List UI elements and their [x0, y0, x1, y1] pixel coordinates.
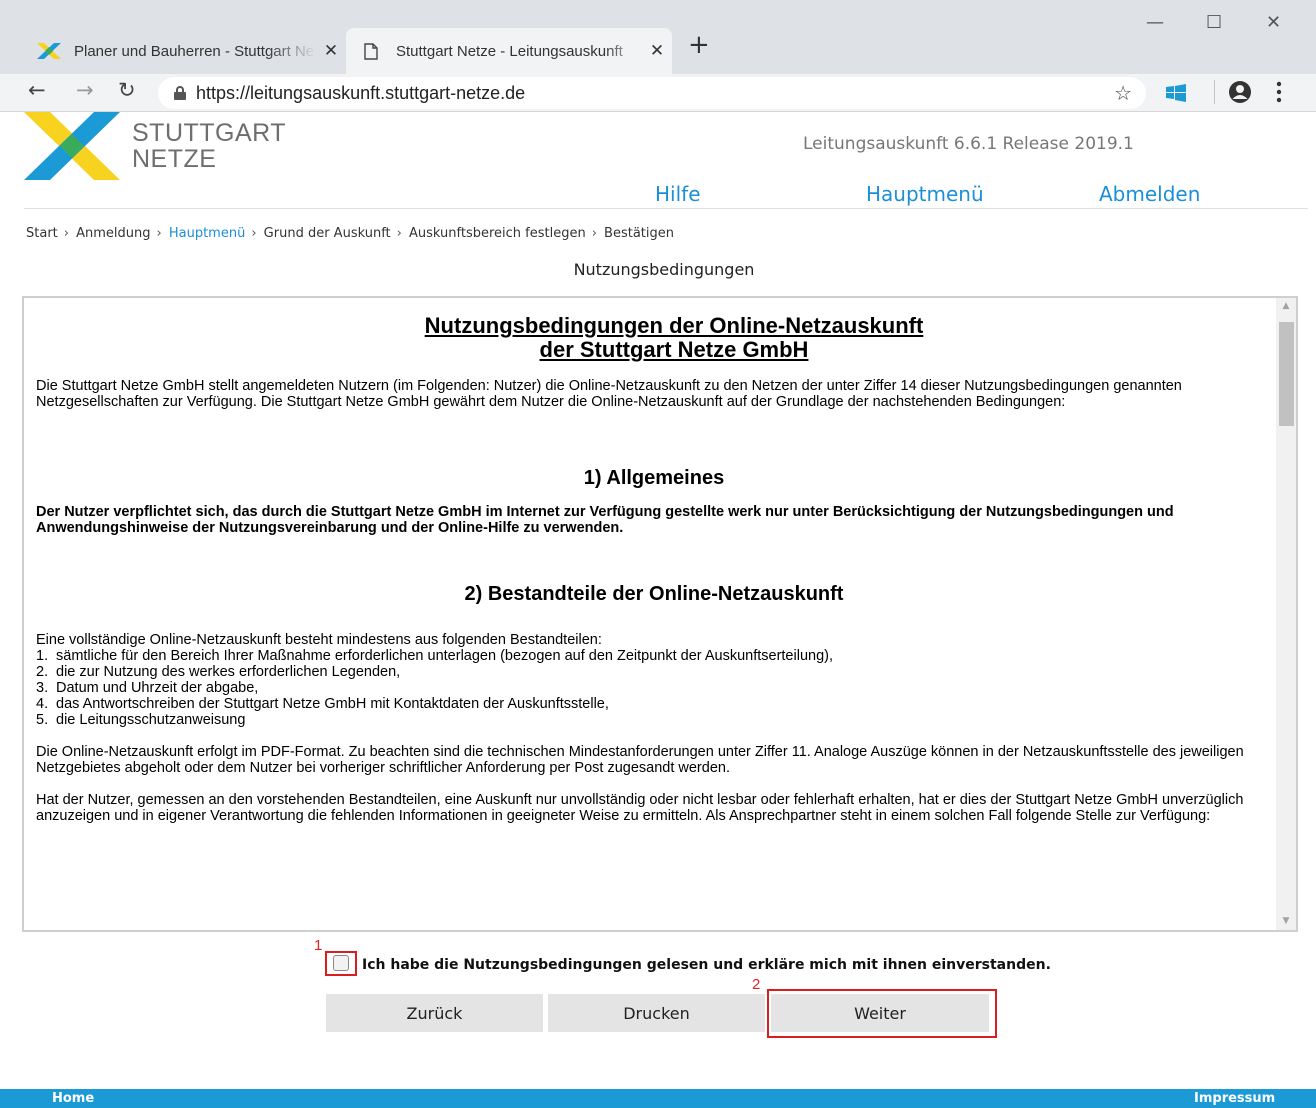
- logout-link[interactable]: Abmelden: [1099, 182, 1200, 206]
- browser-toolbar: ← → ↻ https://leitungsauskunft.stuttgart…: [0, 74, 1316, 112]
- kebab-menu-icon[interactable]: [1276, 81, 1282, 107]
- scroll-up-icon[interactable]: ▲: [1276, 298, 1296, 315]
- agree-label[interactable]: Ich habe die Nutzungsbedingungen gelesen…: [362, 957, 1051, 973]
- scroll-thumb[interactable]: [1279, 322, 1294, 426]
- back-button[interactable]: Zurück: [326, 994, 543, 1032]
- back-arrow-icon[interactable]: ←: [28, 78, 46, 102]
- logo-line-2: NETZE: [132, 145, 217, 173]
- address-bar[interactable]: https://leitungsauskunft.stuttgart-netze…: [158, 77, 1146, 109]
- chevron-right-icon: ›: [591, 226, 597, 241]
- logo-line-1: STUTTGART: [132, 119, 287, 147]
- close-icon[interactable]: ✕: [316, 41, 346, 61]
- section-1-heading: 1) Allgemeines: [583, 467, 725, 489]
- intro-paragraph: Die Stuttgart Netze GmbH stellt angemeld…: [36, 378, 1182, 410]
- footer-imprint-link[interactable]: Impressum: [1194, 1091, 1275, 1106]
- minimize-icon[interactable]: —: [1146, 12, 1164, 33]
- section-2-paragraph-3: Hat der Nutzer, gemessen an den vorstehe…: [36, 792, 1244, 824]
- tab-title: Stuttgart Netze - Leitungsauskunft: [396, 42, 623, 60]
- agree-checkbox[interactable]: [333, 955, 349, 971]
- breadcrumb-auskunftsbereich: Auskunftsbereich festlegen: [408, 226, 586, 241]
- terms-scrollbar[interactable]: ▲ ▼: [1276, 298, 1296, 930]
- breadcrumb: Start › Anmeldung › Hauptmenü › Grund der A…: [26, 226, 674, 241]
- url-text: https://leitungsauskunft.stuttgart-netze…: [196, 82, 526, 103]
- header-divider: [24, 208, 1308, 209]
- stuttgart-netze-favicon-icon: [34, 42, 64, 60]
- breadcrumb-bestaetigen: Bestätigen: [604, 226, 674, 241]
- tab-title: Planer und Bauherren - Stuttgart Netze: [74, 42, 316, 60]
- scroll-down-icon[interactable]: ▼: [1276, 913, 1296, 930]
- toolbar-divider: [1214, 80, 1215, 104]
- terms-document: Nutzungsbedingungen der Online-Netzausku…: [36, 314, 1272, 825]
- star-icon[interactable]: ☆: [1114, 81, 1132, 105]
- section-2-heading: 2) Bestandteile der Online-Netzauskunft: [464, 583, 844, 605]
- reload-icon[interactable]: ↻: [118, 78, 136, 102]
- chevron-right-icon: ›: [63, 226, 69, 241]
- release-version: Leitungsauskunft 6.6.1 Release 2019.1: [803, 134, 1134, 154]
- page-title: Nutzungsbedingungen: [573, 260, 755, 279]
- windows-icon[interactable]: [1166, 84, 1186, 106]
- chevron-right-icon: ›: [156, 226, 162, 241]
- document-title-line-1: Nutzungsbedingungen der Online-Netzausku…: [424, 313, 924, 338]
- callout-number-1: 1: [314, 937, 323, 954]
- main-menu-link[interactable]: Hauptmenü: [866, 182, 984, 206]
- list-item: 1. sämtliche für den Bereich Ihrer Maßnah…: [36, 648, 833, 664]
- callout-highlight-next: [767, 989, 997, 1038]
- browser-tabstrip: Planer und Bauherren - Stuttgart Netze ✕…: [0, 0, 1316, 74]
- account-icon[interactable]: [1228, 80, 1252, 108]
- tab-leitungsauskunft[interactable]: Stuttgart Netze - Leitungsauskunft ✕: [346, 28, 672, 74]
- chevron-right-icon: ›: [251, 226, 257, 241]
- help-link[interactable]: Hilfe: [655, 182, 701, 206]
- page-footer: Home Impressum: [0, 1089, 1316, 1108]
- close-window-icon[interactable]: ✕: [1266, 12, 1281, 33]
- logo-wordmark: STUTTGART NETZE: [132, 120, 286, 172]
- lock-icon: [174, 86, 186, 100]
- section-2-paragraph-2: Die Online-Netzauskunft erfolgt im PDF-F…: [36, 744, 1244, 776]
- stuttgart-netze-logo-icon[interactable]: [24, 112, 120, 180]
- list-item: 5. die Leitungsschutzanweisung: [36, 712, 246, 728]
- list-item: 2. die zur Nutzung des werkes erforderlic…: [36, 664, 401, 680]
- list-item: 3. Datum und Uhrzeit der abgabe,: [36, 680, 259, 696]
- document-title-line-2: der Stuttgart Netze GmbH: [539, 337, 809, 362]
- close-icon[interactable]: ✕: [642, 41, 672, 61]
- print-button[interactable]: Drucken: [548, 994, 765, 1032]
- list-item: 4. das Antwortschreiben der Stuttgart Net…: [36, 696, 609, 712]
- breadcrumb-hauptmenue[interactable]: Hauptmenü: [169, 226, 245, 241]
- terms-document-frame[interactable]: Nutzungsbedingungen der Online-Netzausku…: [22, 296, 1298, 932]
- tab-planer-bauherren[interactable]: Planer und Bauherren - Stuttgart Netze ✕: [24, 28, 346, 74]
- maximize-icon[interactable]: ☐: [1206, 12, 1222, 33]
- footer-home-link[interactable]: Home: [52, 1091, 94, 1106]
- chevron-right-icon: ›: [396, 226, 402, 241]
- section-2-list: 1. sämtliche für den Bereich Ihrer Maßnah…: [36, 648, 1272, 728]
- callout-number-2: 2: [752, 976, 761, 993]
- section-1-text: Der Nutzer verpflichtet sich, das durch …: [36, 504, 1174, 536]
- forward-arrow-icon[interactable]: →: [76, 78, 94, 102]
- section-2-intro: Eine vollständige Online-Netzauskunft be…: [36, 632, 602, 648]
- page-icon: [356, 42, 386, 60]
- breadcrumb-start: Start: [26, 226, 58, 241]
- breadcrumb-grund: Grund der Auskunft: [263, 226, 391, 241]
- breadcrumb-anmeldung: Anmeldung: [76, 226, 151, 241]
- document-title: Nutzungsbedingungen der Online-Netzausku…: [76, 314, 1272, 362]
- plus-icon[interactable]: +: [688, 30, 710, 60]
